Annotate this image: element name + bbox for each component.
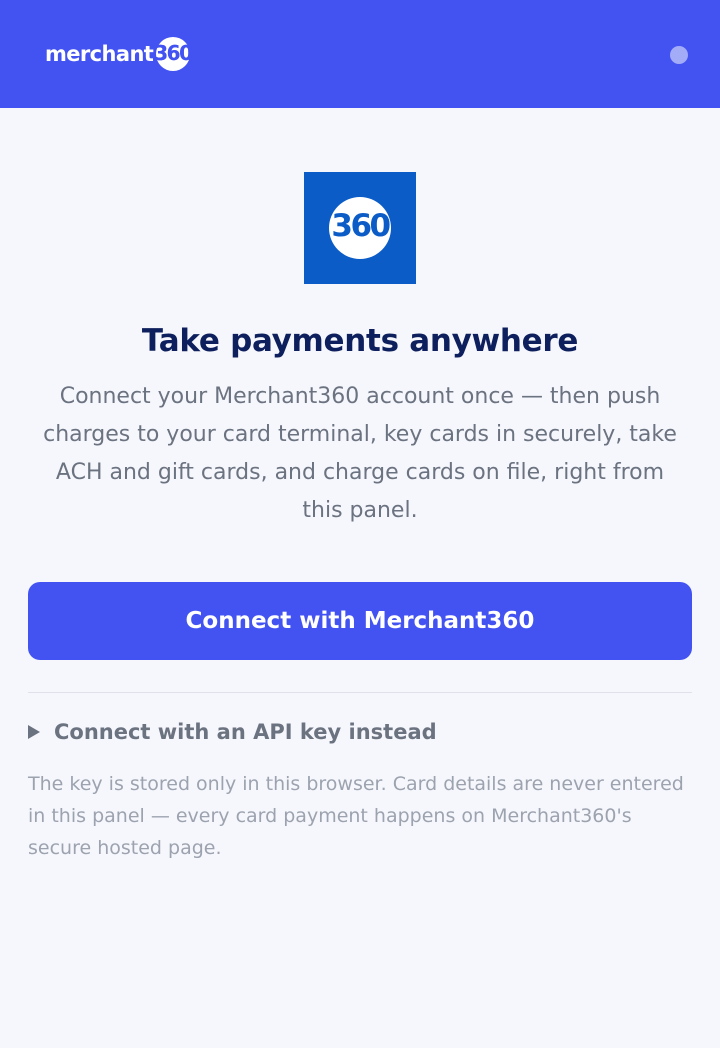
connect-merchant360-button[interactable]: Connect with Merchant360 (28, 582, 692, 660)
api-key-toggle-label: Connect with an API key instead (54, 720, 437, 744)
page-title: Take payments anywhere (141, 323, 579, 359)
merchant360-app-logo: 360 (304, 172, 416, 284)
app-header: merchant 360 (0, 0, 720, 108)
status-dot (670, 46, 688, 64)
page-description: Connect your Merchant360 account once — … (43, 384, 677, 523)
logo-number: 360 (331, 208, 391, 244)
brand-360-number: 360 (154, 41, 193, 65)
caret-right-icon (28, 725, 40, 739)
brand-360-badge: 360 (154, 37, 193, 71)
logo-circle: 360 (329, 197, 391, 259)
merchant360-brand-logo: merchant 360 (45, 32, 193, 76)
security-footnote: The key is stored only in this browser. … (28, 773, 684, 859)
api-key-toggle[interactable]: Connect with an API key instead (28, 716, 437, 748)
divider (28, 692, 692, 693)
brand-wordmark: merchant (45, 41, 154, 66)
